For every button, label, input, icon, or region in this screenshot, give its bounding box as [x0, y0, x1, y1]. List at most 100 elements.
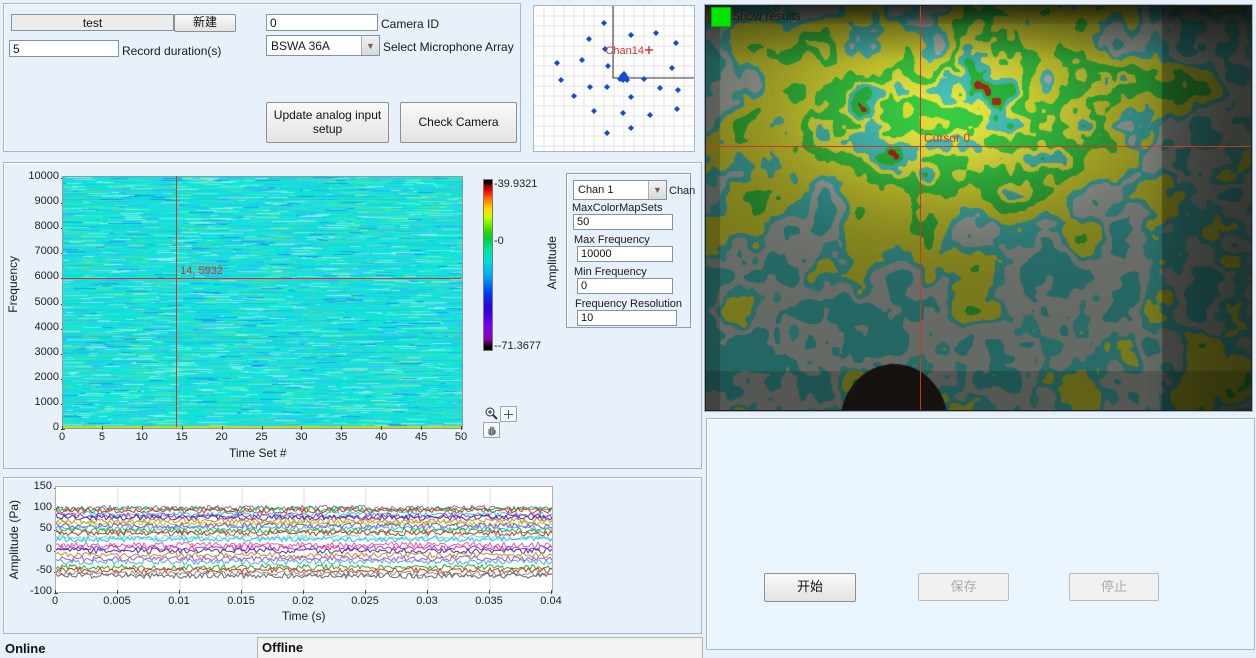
colorbar-max-label: -39.9321 — [494, 178, 537, 190]
tick-label: 50 — [0, 522, 52, 534]
colorbar-zero-label: -0 — [494, 235, 504, 247]
acoustic-camera-app: 新建 Record duration(s) Camera ID BSWA 36A… — [0, 0, 1256, 658]
tick-label: 0.035 — [464, 595, 514, 607]
tick-label: 1000 — [0, 396, 59, 408]
spectrogram-canvas[interactable] — [62, 176, 463, 429]
tick-label: 150 — [0, 480, 52, 492]
tick-label: 0.025 — [340, 595, 390, 607]
pan-hand-tool-icon[interactable] — [483, 422, 500, 438]
actions-panel: 开始 保存 停止 — [706, 418, 1255, 650]
tick-label: 10000 — [0, 170, 59, 182]
crosshair-tool-icon[interactable] — [500, 406, 517, 422]
tick-label: 4000 — [0, 321, 59, 333]
tick-label: -50 — [0, 564, 52, 576]
colorbar-min-label: --71.3677 — [494, 340, 541, 352]
spectrogram-panel: Frequency 010002000300040005000600070008… — [3, 162, 702, 469]
chan-value: Chan 1 — [574, 184, 648, 196]
mic-point — [628, 32, 634, 38]
chan-label: Chan — [669, 185, 695, 197]
tick-label: 0.03 — [402, 595, 452, 607]
tick-label: 0.01 — [154, 595, 204, 607]
frequency-resolution-input[interactable] — [577, 310, 677, 326]
mic-array-dropdown[interactable]: BSWA 36A ▼ — [266, 35, 380, 56]
min-frequency-label: Min Frequency — [574, 266, 647, 278]
chan-cursor-cross — [645, 46, 653, 54]
mic-point — [674, 106, 680, 112]
mic-array-value: BSWA 36A — [267, 39, 361, 53]
tick-label: 0 — [30, 595, 80, 607]
mic-point — [605, 63, 611, 69]
new-button[interactable]: 新建 — [174, 14, 236, 32]
tick-label: 7000 — [0, 245, 59, 257]
spectrogram-cursor-hline[interactable] — [62, 278, 461, 279]
record-duration-input[interactable] — [9, 40, 119, 57]
min-frequency-input[interactable] — [577, 278, 673, 294]
acoustic-image-canvas[interactable] — [706, 6, 1251, 410]
mic-array-label: Select Microphone Array — [383, 40, 514, 54]
test-name-input[interactable] — [11, 14, 174, 31]
record-duration-label: Record duration(s) — [122, 44, 221, 58]
mic-array-plot: Chan14 — [533, 5, 695, 152]
camera-id-label: Camera ID — [381, 17, 439, 31]
tick-label: 0.02 — [278, 595, 328, 607]
acoustic-image-frame: Show results Cursor 0 — [704, 4, 1253, 412]
mic-point — [647, 112, 653, 118]
show-results-led[interactable] — [711, 7, 731, 27]
zoom-tool-icon[interactable] — [483, 406, 498, 420]
waveform-xlabel: Time (s) — [282, 609, 326, 623]
max-frequency-label: Max Frequency — [574, 234, 650, 246]
camera-id-input[interactable] — [266, 14, 378, 31]
tick-label: 100 — [0, 501, 52, 513]
waveform-chart[interactable] — [55, 486, 553, 593]
image-cursor-label: Cursor 0 — [924, 131, 970, 145]
mic-point — [641, 76, 647, 82]
mic-point — [628, 94, 634, 100]
chan-cursor-label: Chan14 — [605, 45, 644, 57]
mic-point — [604, 130, 610, 136]
tab-offline[interactable]: Offline — [257, 637, 703, 658]
channel-controls-box: Chan 1 ▼ Chan MaxColorMapSets Max Freque… — [566, 173, 691, 328]
mic-point — [675, 87, 681, 93]
tick-label: 2000 — [0, 371, 59, 383]
chan-dropdown[interactable]: Chan 1 ▼ — [573, 180, 667, 200]
mic-point — [601, 20, 607, 26]
mic-point — [591, 108, 597, 114]
update-analog-input-button[interactable]: Update analog input setup — [266, 102, 389, 143]
chevron-down-icon: ▼ — [648, 181, 666, 199]
mic-point — [620, 110, 626, 116]
maxcolormapsets-label: MaxColorMapSets — [572, 202, 662, 214]
chevron-down-icon: ▼ — [361, 36, 379, 55]
mic-point — [571, 93, 577, 99]
mic-point — [586, 36, 592, 42]
frequency-resolution-label: Frequency Resolution — [575, 298, 682, 310]
image-cursor-hline[interactable] — [706, 146, 1251, 147]
tick-label: 0.015 — [216, 595, 266, 607]
mic-point — [554, 60, 560, 66]
show-results-label: Show results — [732, 9, 801, 23]
tick-label: 5000 — [0, 296, 59, 308]
max-frequency-input[interactable] — [577, 246, 673, 262]
tick-label: 50 — [436, 431, 486, 443]
tick-label: 3000 — [0, 346, 59, 358]
maxcolormapsets-input[interactable] — [573, 214, 673, 230]
colorbar — [483, 179, 493, 351]
mic-array-scatter: Chan14 — [534, 6, 694, 151]
tab-offline-label: Offline — [262, 640, 303, 655]
spectrogram-xlabel: Time Set # — [229, 446, 287, 460]
tab-online[interactable]: Online — [5, 641, 45, 656]
colorbar-title: Amplitude — [545, 236, 559, 289]
start-button[interactable]: 开始 — [764, 573, 856, 602]
stop-button[interactable]: 停止 — [1069, 573, 1159, 601]
mic-point — [558, 77, 564, 83]
check-camera-button[interactable]: Check Camera — [400, 102, 517, 143]
save-button[interactable]: 保存 — [918, 573, 1009, 601]
mic-point — [604, 84, 610, 90]
spectrogram-cursor-vline[interactable] — [176, 176, 177, 427]
setup-panel: 新建 Record duration(s) Camera ID BSWA 36A… — [3, 3, 521, 152]
image-cursor-vline[interactable] — [920, 6, 921, 410]
spectrogram-cursor-label: 14, 5932 — [180, 265, 223, 277]
tick-label: 9000 — [0, 195, 59, 207]
tick-label: 0.04 — [526, 595, 576, 607]
tick-label: 6000 — [0, 270, 59, 282]
tick-label: 8000 — [0, 220, 59, 232]
